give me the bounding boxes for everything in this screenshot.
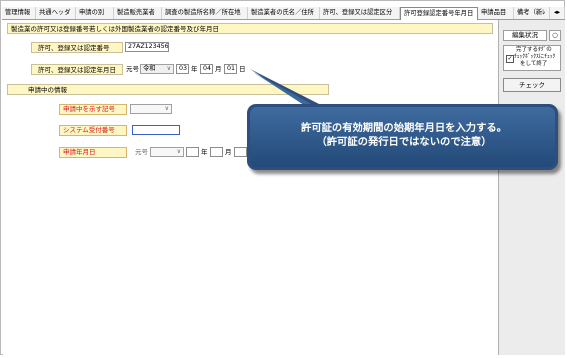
chevron-down-icon: ∨ xyxy=(166,65,171,72)
gengo-label: 元号 xyxy=(126,65,139,73)
tab-application-type[interactable]: 申請の別 xyxy=(76,7,114,19)
form-area: 製造業の許可又は登録番号若しくは外国製造業者の認定番号及び年月日 許可、登録又は… xyxy=(3,20,499,355)
tab-license-category[interactable]: 許可、登録又は認定区分 xyxy=(320,7,400,19)
application-month-input[interactable] xyxy=(210,147,223,157)
tab-items[interactable]: 申請品目 xyxy=(478,7,514,19)
right-panel: 編集状況 ○ ✓ 完了するﾀｸﾞの ﾁｪｯｸﾎﾞｯｸｽにﾁｪｯｸ をして終了 チ… xyxy=(499,20,565,355)
day-input[interactable]: 01 xyxy=(224,64,237,74)
receipt-number-input[interactable] xyxy=(132,125,180,135)
callout-line2: （許可証の発行日ではないので注意） xyxy=(316,136,492,148)
section-pending-title: 申請中の情報 xyxy=(7,84,329,95)
era-value: 令和 xyxy=(143,65,156,72)
year-unit: 年 xyxy=(191,65,198,73)
complete-check-box[interactable]: ✓ 完了するﾀｸﾞの ﾁｪｯｸﾎﾞｯｸｽにﾁｪｯｸ をして終了 xyxy=(503,45,561,71)
check-button[interactable]: チェック xyxy=(503,78,561,92)
tab-common-header[interactable]: 共通ヘッダ xyxy=(36,7,76,19)
application-year-unit: 年 xyxy=(201,148,208,156)
application-window: 管理情報 共通ヘッダ 申請の別 製造販売業者 調査の製造所名称／所在地 製造業者… xyxy=(0,0,565,355)
pending-code-label: 申請中を示す記号 xyxy=(59,104,127,115)
license-date-label: 許可、登録又は認定年月日 xyxy=(31,64,123,75)
application-date-label: 申請年月日 xyxy=(59,147,127,158)
chevron-down-icon: ∨ xyxy=(164,105,169,112)
chevron-down-icon: ∨ xyxy=(176,148,181,155)
day-unit: 日 xyxy=(239,65,246,73)
complete-checkbox[interactable]: ✓ xyxy=(506,55,514,63)
tab-management[interactable]: 管理情報 xyxy=(2,7,36,19)
tab-scroll-arrows[interactable]: ◂▸ xyxy=(550,7,565,19)
license-number-input[interactable]: 27AZ123456 xyxy=(125,42,169,52)
tab-facility[interactable]: 調査の製造所名称／所在地 xyxy=(162,7,248,19)
application-era-select[interactable]: ∨ xyxy=(150,147,184,157)
month-input[interactable]: 04 xyxy=(200,64,213,74)
pending-code-select[interactable]: ∨ xyxy=(130,104,172,114)
edit-status-label: 編集状況 xyxy=(503,30,547,41)
callout-text: 許可証の有効期間の始期年月日を入力する。 （許可証の発行日ではないので注意） xyxy=(254,121,554,149)
complete-text-line1: 完了するﾀｸﾞの xyxy=(516,47,552,53)
complete-text-line3: をして終了 xyxy=(520,61,548,67)
tab-remarks[interactable]: 備考（新ﾚ xyxy=(514,7,550,19)
tab-manufacturer-name[interactable]: 製造業者の氏名／住所 xyxy=(248,7,320,19)
application-gengo-label: 元号 xyxy=(135,148,148,156)
complete-text-line2: ﾁｪｯｸﾎﾞｯｸｽにﾁｪｯｸ xyxy=(514,54,556,60)
callout-line1: 許可証の有効期間の始期年月日を入力する。 xyxy=(301,122,507,134)
section-license-title: 製造業の許可又は登録番号若しくは外国製造業者の認定番号及び年月日 xyxy=(7,23,493,34)
license-number-label: 許可、登録又は認定番号 xyxy=(31,42,123,53)
tab-bar: 管理情報 共通ヘッダ 申請の別 製造販売業者 調査の製造所名称／所在地 製造業者… xyxy=(2,7,565,20)
receipt-number-label: システム受付番号 xyxy=(59,125,127,136)
application-month-unit: 月 xyxy=(225,148,232,156)
month-unit: 月 xyxy=(215,65,222,73)
era-select[interactable]: 令和 ∨ xyxy=(140,64,174,74)
edit-status-indicator: ○ xyxy=(549,30,561,41)
application-year-input[interactable] xyxy=(186,147,199,157)
application-day-input[interactable] xyxy=(234,147,247,157)
tab-license-number-date[interactable]: 許可登録認定番号年月日 xyxy=(400,7,478,20)
year-input[interactable]: 03 xyxy=(176,64,189,74)
tab-marketer[interactable]: 製造販売業者 xyxy=(114,7,162,19)
